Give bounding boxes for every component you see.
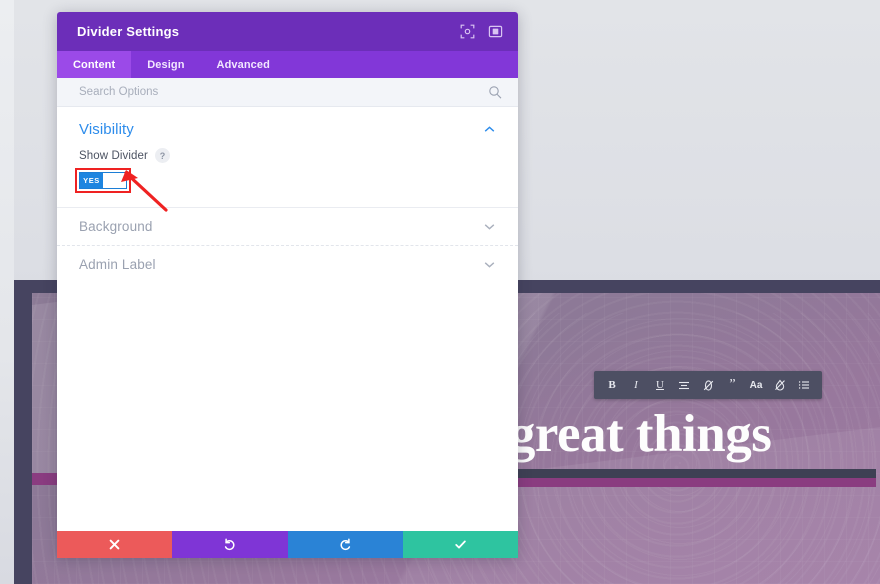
section-admin-label-title: Admin Label	[79, 257, 156, 272]
modal-tabs: Content Design Advanced	[57, 51, 518, 78]
section-background-title: Background	[79, 219, 153, 234]
tab-design[interactable]: Design	[131, 51, 200, 78]
modal-title: Divider Settings	[77, 24, 180, 39]
section-background[interactable]: Background	[57, 207, 518, 245]
save-button[interactable]	[402, 531, 518, 558]
text-size-icon[interactable]: Aa	[744, 373, 768, 397]
modal-titlebar: Divider Settings	[57, 12, 518, 51]
screen: ate great things B I U ” Aa Divider Sett…	[0, 0, 880, 584]
redo-button[interactable]	[287, 531, 403, 558]
inline-text-toolbar[interactable]: B I U ” Aa	[594, 371, 822, 399]
expand-icon[interactable]	[459, 23, 476, 40]
redo-arrow-icon	[340, 538, 350, 551]
toggle-knob[interactable]	[103, 173, 126, 188]
divider-settings-modal: Divider Settings Content Design Advanced…	[57, 12, 518, 558]
search-input[interactable]	[79, 86, 488, 98]
undo-button[interactable]	[172, 531, 288, 558]
close-x-icon	[109, 539, 120, 550]
field-show-divider-label: Show Divider	[79, 149, 148, 162]
field-show-divider: Show Divider ? YES	[75, 148, 496, 207]
tab-content[interactable]: Content	[57, 51, 132, 78]
chevron-down-icon[interactable]	[483, 220, 496, 233]
search-icon[interactable]	[488, 85, 502, 99]
tab-advanced[interactable]: Advanced	[201, 51, 286, 78]
section-visibility: Visibility Show Divider ? YES	[57, 107, 518, 207]
align-icon[interactable]	[672, 373, 696, 397]
color-drop-icon[interactable]	[768, 373, 792, 397]
unlink-icon[interactable]	[696, 373, 720, 397]
underline-button[interactable]: U	[648, 373, 672, 397]
help-icon[interactable]: ?	[154, 148, 170, 163]
undo-arrow-icon	[225, 538, 235, 551]
chevron-up-icon[interactable]	[483, 123, 496, 136]
hero-divider-magenta-left	[32, 473, 58, 485]
section-admin-label[interactable]: Admin Label	[57, 245, 518, 283]
panel-layout-icon[interactable]	[487, 23, 504, 40]
section-visibility-header[interactable]: Visibility	[79, 121, 496, 148]
discard-button[interactable]	[57, 531, 173, 558]
field-show-divider-label-row: Show Divider ?	[79, 148, 496, 163]
chevron-down-icon[interactable]	[483, 258, 496, 271]
checkmark-icon	[455, 540, 466, 549]
modal-title-actions	[459, 23, 504, 40]
show-divider-toggle-wrap: YES	[75, 168, 131, 193]
quote-icon[interactable]: ”	[720, 373, 744, 397]
italic-button[interactable]: I	[624, 373, 648, 397]
section-visibility-title: Visibility	[79, 121, 134, 138]
list-icon[interactable]	[792, 373, 816, 397]
search-options-row	[57, 78, 518, 107]
toggle-on-label: YES	[80, 173, 103, 188]
show-divider-toggle[interactable]: YES	[79, 172, 127, 189]
modal-footer	[57, 531, 518, 558]
admin-edge-strip	[0, 0, 14, 584]
bold-button[interactable]: B	[600, 373, 624, 397]
modal-body: Visibility Show Divider ? YES Background…	[57, 107, 518, 531]
